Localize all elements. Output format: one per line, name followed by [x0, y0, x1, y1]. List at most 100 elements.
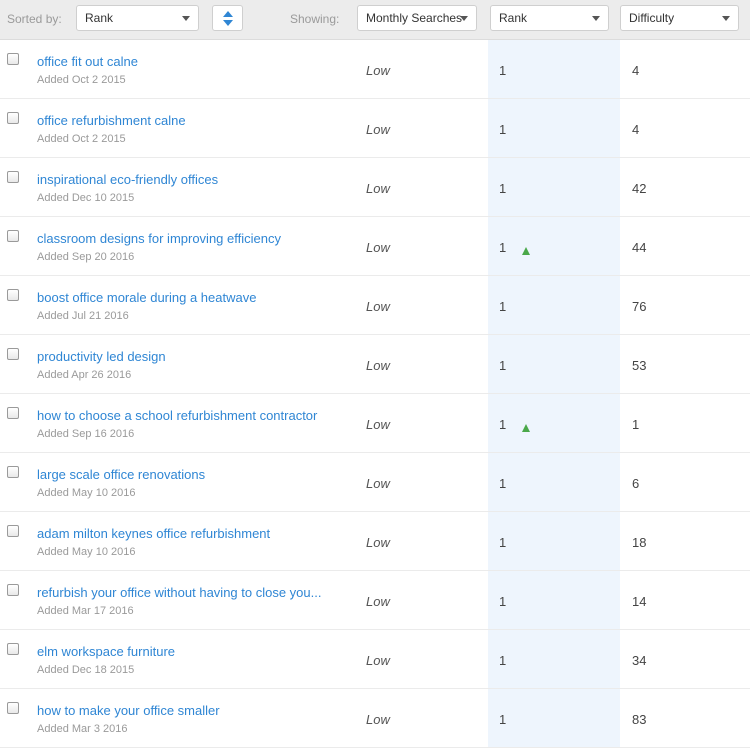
chevron-down-icon: [722, 16, 730, 21]
added-date: Added Jul 21 2016: [37, 310, 129, 322]
rank-value: 1: [499, 181, 507, 196]
rank-value: 1: [499, 476, 507, 491]
added-date: Added Mar 17 2016: [37, 605, 134, 617]
showing-label: Showing:: [290, 12, 340, 26]
rank-value: 1: [499, 653, 507, 668]
chevron-down-icon: [460, 16, 468, 21]
keyword-link[interactable]: large scale office renovations: [37, 467, 205, 482]
table-row: office refurbishment calne Added Oct 2 20…: [0, 99, 750, 158]
keyword-link[interactable]: how to choose a school refurbishment con…: [37, 408, 317, 423]
added-date: Added Apr 26 2016: [37, 369, 132, 381]
table-row: how to choose a school refurbishment con…: [0, 394, 750, 453]
row-checkbox[interactable]: [7, 348, 19, 360]
sort-direction-button[interactable]: [212, 5, 243, 31]
difficulty-value: 42: [632, 181, 647, 196]
monthly-searches-value: Low: [366, 417, 390, 432]
chevron-down-icon: [592, 16, 600, 21]
rank-value: 1: [499, 417, 507, 432]
monthly-searches-value: Low: [366, 476, 390, 491]
monthly-searches-value: Low: [366, 594, 390, 609]
keyword-link[interactable]: adam milton keynes office refurbishment: [37, 526, 270, 541]
added-date: Added Oct 2 2015: [37, 74, 126, 86]
row-checkbox[interactable]: [7, 289, 19, 301]
rank-value: 1: [499, 358, 507, 373]
difficulty-value: 34: [632, 653, 647, 668]
sort-by-value: Rank: [85, 11, 114, 25]
table-row: office fit out calne Added Oct 2 2015 Low 1…: [0, 40, 750, 99]
difficulty-value: 76: [632, 299, 647, 314]
added-date: Added May 10 2016: [37, 487, 136, 499]
added-date: Added Dec 10 2015: [37, 192, 135, 204]
keyword-link[interactable]: inspirational eco-friendly offices: [37, 172, 218, 187]
row-checkbox[interactable]: [7, 171, 19, 183]
rank-value: 1: [499, 712, 507, 727]
rank-value: 1: [499, 535, 507, 550]
toolbar: Sorted by: Rank Showing: Monthly Searche…: [0, 0, 750, 40]
monthly-searches-value: Low: [366, 299, 390, 314]
row-checkbox[interactable]: [7, 230, 19, 242]
table-row: how to make your office smaller Added Mar…: [0, 689, 750, 748]
sort-by-select[interactable]: Rank: [76, 5, 199, 31]
difficulty-value: 6: [632, 476, 640, 491]
rank-value: 1: [499, 299, 507, 314]
row-checkbox[interactable]: [7, 53, 19, 65]
column-select-label: Rank: [499, 11, 528, 25]
keyword-link[interactable]: office fit out calne: [37, 54, 138, 69]
row-checkbox[interactable]: [7, 643, 19, 655]
sort-down-icon: [223, 20, 233, 26]
rank-value: 1: [499, 594, 507, 609]
table-row: productivity led design Added Apr 26 2016…: [0, 335, 750, 394]
row-checkbox[interactable]: [7, 407, 19, 419]
column-select-difficulty[interactable]: Difficulty: [620, 5, 739, 31]
keyword-list: office fit out calne Added Oct 2 2015 Low 1…: [0, 40, 750, 748]
table-row: elm workspace furniture Added Dec 18 2015…: [0, 630, 750, 689]
keyword-link[interactable]: office refurbishment calne: [37, 113, 186, 128]
monthly-searches-value: Low: [366, 63, 390, 78]
trend-up-icon: [522, 247, 530, 255]
rank-value: 1: [499, 122, 507, 137]
trend-up-icon: [522, 424, 530, 432]
column-select-label: Difficulty: [629, 11, 675, 25]
table-row: inspirational eco-friendly offices Added …: [0, 158, 750, 217]
row-checkbox[interactable]: [7, 112, 19, 124]
difficulty-value: 4: [632, 122, 640, 137]
difficulty-value: 1: [632, 417, 640, 432]
added-date: Added Mar 3 2016: [37, 723, 128, 735]
difficulty-value: 18: [632, 535, 647, 550]
difficulty-value: 83: [632, 712, 647, 727]
sorted-by-label: Sorted by:: [7, 12, 62, 26]
difficulty-value: 53: [632, 358, 647, 373]
monthly-searches-value: Low: [366, 358, 390, 373]
row-checkbox[interactable]: [7, 466, 19, 478]
keyword-link[interactable]: refurbish your office without having to …: [37, 585, 321, 600]
monthly-searches-value: Low: [366, 181, 390, 196]
keyword-link[interactable]: elm workspace furniture: [37, 644, 175, 659]
column-select-label: Monthly Searches: [366, 11, 463, 25]
table-row: classroom designs for improving efficien…: [0, 217, 750, 276]
added-date: Added May 10 2016: [37, 546, 136, 558]
row-checkbox[interactable]: [7, 584, 19, 596]
difficulty-value: 44: [632, 240, 647, 255]
table-row: boost office morale during a heatwave Add…: [0, 276, 750, 335]
monthly-searches-value: Low: [366, 122, 390, 137]
added-date: Added Oct 2 2015: [37, 133, 126, 145]
column-select-rank[interactable]: Rank: [490, 5, 609, 31]
row-checkbox[interactable]: [7, 525, 19, 537]
rank-value: 1: [499, 63, 507, 78]
added-date: Added Sep 20 2016: [37, 251, 135, 263]
keyword-link[interactable]: how to make your office smaller: [37, 703, 220, 718]
table-row: large scale office renovations Added May …: [0, 453, 750, 512]
monthly-searches-value: Low: [366, 535, 390, 550]
table-row: refurbish your office without having to …: [0, 571, 750, 630]
keyword-link[interactable]: classroom designs for improving efficien…: [37, 231, 281, 246]
keyword-link[interactable]: boost office morale during a heatwave: [37, 290, 256, 305]
table-row: adam milton keynes office refurbishment A…: [0, 512, 750, 571]
column-select-monthly-searches[interactable]: Monthly Searches: [357, 5, 477, 31]
monthly-searches-value: Low: [366, 653, 390, 668]
chevron-down-icon: [182, 16, 190, 21]
difficulty-value: 4: [632, 63, 640, 78]
added-date: Added Sep 16 2016: [37, 428, 135, 440]
monthly-searches-value: Low: [366, 240, 390, 255]
row-checkbox[interactable]: [7, 702, 19, 714]
keyword-link[interactable]: productivity led design: [37, 349, 166, 364]
